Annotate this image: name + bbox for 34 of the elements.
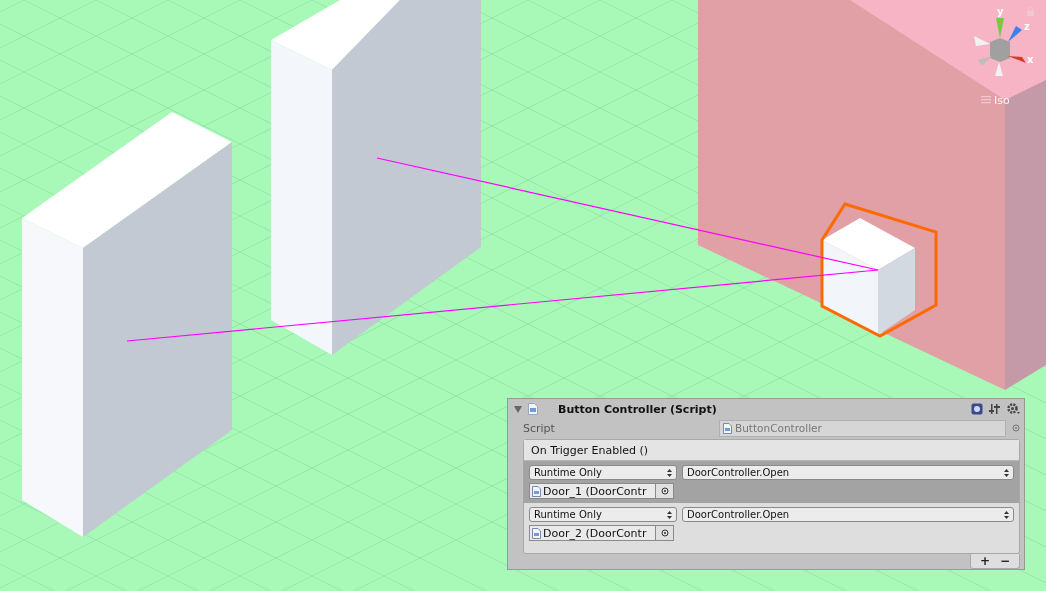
target-icon [660,487,669,495]
field-label: Script [523,421,556,435]
script-file-icon [532,485,541,497]
target-icon[interactable] [1012,424,1020,433]
script-field: ButtonController [719,419,1006,437]
settings-icon[interactable] [1007,403,1020,416]
remove-button[interactable]: − [996,554,1013,568]
script-file-icon [723,422,732,434]
caret-icon [667,468,672,477]
add-button[interactable]: + [976,554,993,568]
script-file-icon [528,403,538,416]
axis-label: z [1024,21,1030,32]
event-entry[interactable]: Runtime Only DoorController.Open Door_1 (DoorContr [524,461,1019,503]
function-dropdown[interactable]: DoorController.Open [682,507,1014,522]
script-file-icon [532,527,541,539]
caret-icon [1004,510,1009,519]
sliders-icon[interactable] [989,403,1001,416]
function-dropdown[interactable]: DoorController.Open [682,465,1014,480]
orientation-gizmo-icon[interactable] [974,18,1026,76]
caret-icon [667,510,672,519]
axis-label: y [997,6,1004,17]
mode-dropdown[interactable]: Runtime Only [529,507,677,522]
component-title: Button Controller (Script) [558,402,718,416]
help-icon[interactable] [971,403,983,416]
caret-icon [1004,468,1009,477]
object-field[interactable]: Door_1 (DoorContr [529,483,674,499]
target-icon [660,529,669,537]
axis-label: x [1027,54,1034,65]
object-picker-button[interactable] [655,526,673,540]
event-header: On Trigger Enabled () [531,443,649,457]
object-picker-button[interactable] [655,484,673,498]
object-field[interactable]: Door_2 (DoorContr [529,525,674,541]
expand-arrow-icon[interactable] [514,405,522,413]
mode-dropdown[interactable]: Runtime Only [529,465,677,480]
